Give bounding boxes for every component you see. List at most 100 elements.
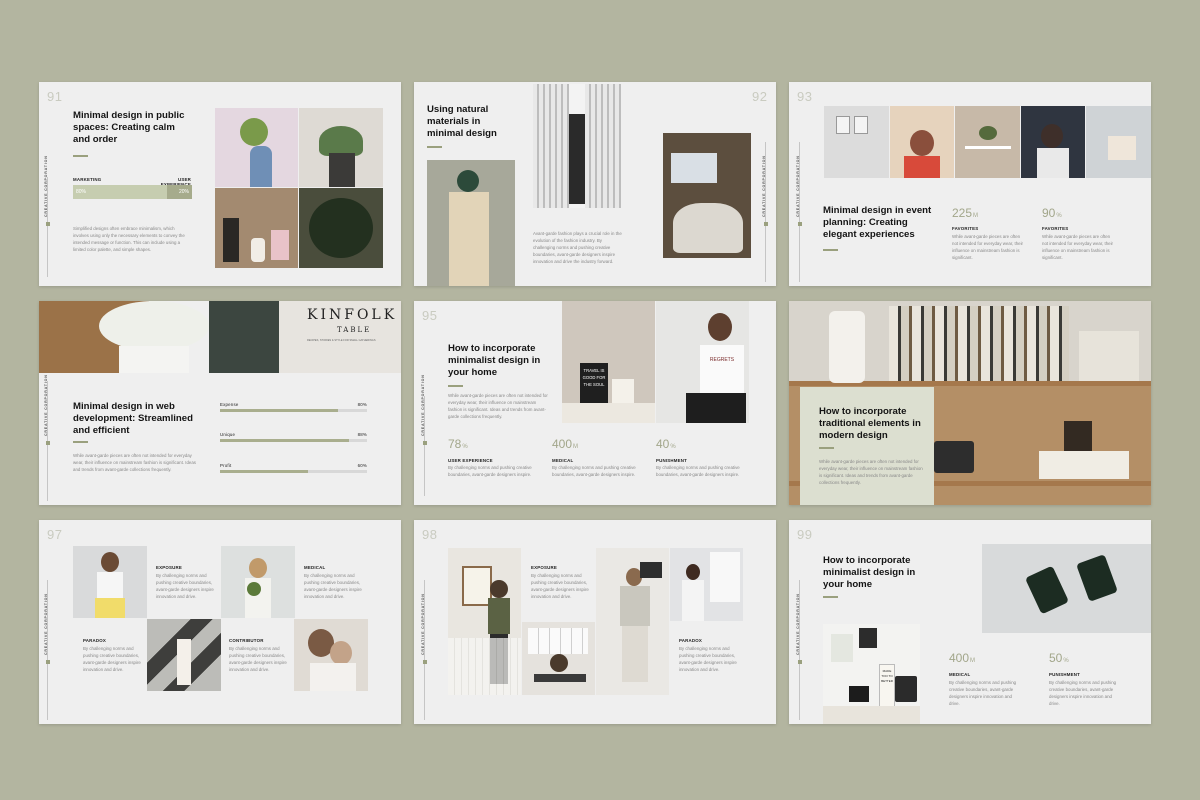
side-marker — [797, 222, 802, 226]
stat-label: FAVORITES — [1042, 226, 1069, 231]
side-label: CREATIVE CORPORATION — [44, 155, 48, 217]
slide-96[interactable]: How to incorporate traditional elements … — [789, 301, 1151, 505]
slide-number: 99 — [797, 527, 813, 542]
item-label: EXPOSURE — [531, 565, 557, 570]
stat-text: By challenging norms and pushing creativ… — [656, 465, 740, 477]
slide-number: 91 — [47, 89, 63, 104]
slide-title: Minimal design in event planning: Creati… — [823, 205, 932, 240]
slide-body: While avant-garde pieces are often not i… — [819, 459, 923, 485]
side-marker — [763, 222, 768, 226]
bar-value: 60% — [357, 463, 367, 468]
photo-man-radio — [596, 548, 669, 695]
stat-text: By challenging norms and pushing creativ… — [949, 680, 1017, 706]
item-text: By challenging norms and pushing creativ… — [156, 573, 214, 599]
side-marker — [45, 441, 50, 445]
stat-value: 400M — [949, 651, 976, 665]
photo-woman-dark — [1021, 106, 1085, 178]
stat-value: 40% — [656, 437, 676, 451]
stat-value: 225M — [952, 206, 979, 220]
photo-travel-sign: TRAVEL IS GOOD FOR THE SOUL — [562, 301, 655, 423]
photo-monstera — [299, 188, 383, 268]
kinfolk-text: KINFOLK — [307, 307, 398, 323]
slide-95[interactable]: 95 CREATIVE CORPORATION How to incorpora… — [414, 301, 776, 505]
photo-paradox — [147, 619, 221, 691]
side-label: CREATIVE CORPORATION — [796, 155, 800, 217]
side-label: CREATIVE CORPORATION — [796, 593, 800, 655]
slide-93[interactable]: 93 CREATIVE CORPORATION Minimal design i… — [789, 82, 1151, 286]
photo-still-life: MADE TOO TO BETTER — [823, 624, 920, 724]
photo-flowers-banner: KINFOLK TABLE RECIPES, STORIES & STYLE F… — [39, 301, 401, 373]
side-label: CREATIVE CORPORATION — [421, 374, 425, 436]
photo-plant-pot — [299, 108, 383, 187]
photo-sunglasses-woman — [890, 106, 954, 178]
stat-text: By challenging norms and pushing creativ… — [448, 465, 532, 477]
stat-value: 90% — [1042, 206, 1062, 220]
title-underline — [823, 249, 838, 251]
photo-woman-drawing — [670, 548, 743, 621]
side-marker — [797, 660, 802, 664]
stat-label: USER EXPERIENCE — [448, 458, 493, 463]
photo-desk — [522, 622, 595, 695]
sign-text: TRAVEL IS GOOD FOR THE SOUL — [580, 363, 608, 403]
slide-91[interactable]: 91 CREATIVE CORPORATION Minimal design i… — [39, 82, 401, 286]
photo-woman-coat — [427, 160, 515, 286]
photo-contributor — [294, 619, 368, 691]
bar-left: 80% — [73, 185, 167, 199]
stat-value: 78% — [448, 437, 468, 451]
photo-sneakers — [982, 544, 1151, 633]
slide-number: 95 — [422, 308, 438, 323]
slide-number: 92 — [752, 89, 768, 104]
bar-fill — [220, 470, 309, 473]
photo-decor — [215, 188, 298, 268]
item-label: PARADOX — [83, 638, 107, 643]
photo-exposure — [73, 546, 147, 618]
side-label: CREATIVE CORPORATION — [421, 593, 425, 655]
slide-99[interactable]: 99 CREATIVE CORPORATION How to incorpora… — [789, 520, 1151, 724]
stat-label: FAVORITES — [952, 226, 979, 231]
item-label: EXPOSURE — [156, 565, 182, 570]
stat-label: MEDICAL — [949, 672, 971, 677]
photo-woman-phone: REGRETS — [656, 301, 749, 423]
item-label: CONTRIBUTOR — [229, 638, 264, 643]
stat-text: By challenging norms and pushing creativ… — [1049, 680, 1117, 706]
photo-grid — [215, 108, 383, 268]
item-text: By challenging norms and pushing creativ… — [531, 573, 589, 599]
title-underline — [73, 155, 88, 157]
photo-strip — [824, 106, 1151, 178]
title-panel — [800, 387, 934, 505]
bar-label: Expense — [220, 402, 239, 407]
side-marker — [45, 222, 50, 226]
kinfolk-tiny: RECIPES, STORIES & STYLE FOR SMALL GATHE… — [307, 339, 376, 342]
slide-body: Simplified designs often embrace minimal… — [73, 226, 185, 252]
stat-label: MEDICAL — [552, 458, 574, 463]
title-underline — [427, 146, 442, 148]
slide-94[interactable]: KINFOLK TABLE RECIPES, STORIES & STYLE F… — [39, 301, 401, 505]
title-underline — [823, 596, 838, 598]
slide-title: How to incorporate minimalist design in … — [823, 555, 916, 590]
bar-value: 80% — [357, 402, 367, 407]
stat-value: 400M — [552, 437, 579, 451]
slide-body: While avant-garde pieces are often not i… — [448, 393, 548, 419]
photo-shelf-plant — [955, 106, 1020, 178]
slide-number: 97 — [47, 527, 63, 542]
photo-woman-sitting — [1086, 106, 1151, 178]
slide-title: How to incorporate traditional elements … — [819, 406, 921, 441]
slide-92[interactable]: 92 CREATIVE CORPORATION Using natural ma… — [414, 82, 776, 286]
photo-woman-frame — [448, 548, 521, 695]
title-underline — [819, 447, 834, 449]
box-text: MADE TOO TO BETTER — [879, 664, 895, 708]
stat-text: By challenging norms and pushing creativ… — [552, 465, 636, 477]
side-marker — [422, 660, 427, 664]
slide-number: 93 — [797, 89, 813, 104]
bar-fill — [220, 409, 338, 412]
item-label: PARADOX — [679, 638, 703, 643]
title-underline — [448, 385, 463, 387]
item-label: MEDICAL — [304, 565, 326, 570]
stat-text: While avant-garde pieces are often not i… — [952, 234, 1024, 260]
side-label: CREATIVE CORPORATION — [762, 155, 766, 217]
slide-98[interactable]: 98 CREATIVE CORPORATION EXPOSURE By chal… — [414, 520, 776, 724]
slide-97[interactable]: 97 CREATIVE CORPORATION EXPOSURE By chal… — [39, 520, 401, 724]
slide-title: Using natural materials in minimal desig… — [427, 104, 497, 139]
photo-medical — [221, 546, 295, 618]
bar-fill — [220, 439, 350, 442]
